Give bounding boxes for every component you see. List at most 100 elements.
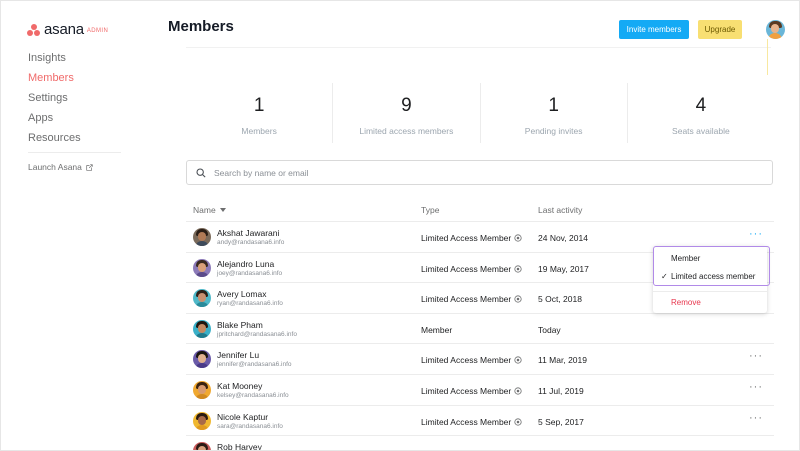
more-options-button[interactable]: ··· [744, 412, 768, 428]
launch-asana-label: Launch Asana [28, 162, 82, 172]
member-type-label: Limited Access Member [421, 355, 512, 366]
table-row[interactable]: Rob Harvey [186, 435, 774, 451]
member-name: Blake Pham [217, 319, 263, 330]
search-box[interactable] [186, 160, 773, 185]
member-type-label: Limited Access Member [421, 233, 512, 243]
last-activity: 19 May, 2017 [538, 263, 589, 274]
sidebar-divider [28, 152, 121, 153]
last-activity: 24 Nov, 2014 [538, 233, 588, 243]
role-option-limited-access[interactable]: Limited access member [671, 272, 755, 281]
last-activity: 11 Mar, 2019 [538, 355, 587, 366]
info-icon[interactable] [514, 387, 522, 395]
member-avatar [193, 289, 211, 308]
stats-summary: 1 Members 9 Limited access members 1 Pen… [186, 83, 774, 143]
sidebar-item-resources[interactable]: Resources [28, 131, 81, 151]
member-type: Limited Access Member [421, 294, 522, 304]
member-email: andy@randasana6.info [217, 239, 285, 246]
member-type: Limited Access Member [421, 264, 522, 274]
member-type: Limited Access Member [421, 386, 522, 396]
stat-value: 9 [401, 95, 412, 116]
upgrade-button[interactable]: Upgrade [698, 20, 742, 39]
member-name: Akshat Jawarani [217, 228, 280, 238]
member-type: Limited Access Member [421, 233, 522, 243]
more-options-button[interactable] [744, 320, 768, 336]
table-row[interactable]: Blake Pham jpritchard@randasana6.info Me… [186, 312, 774, 344]
member-avatar [193, 258, 211, 277]
dropdown-divider [653, 291, 767, 292]
last-activity: Today [538, 324, 561, 335]
table-row[interactable]: Jennifer Lu jennifer@randasana6.info Lim… [186, 343, 774, 374]
stat-value: 1 [548, 95, 559, 116]
info-icon[interactable] [514, 234, 522, 242]
member-avatar [193, 228, 211, 246]
member-name: Rob Harvey [217, 442, 262, 451]
member-email: kelsey@randasana6.info [217, 391, 289, 399]
check-icon: ✓ [661, 272, 668, 281]
info-icon[interactable] [514, 356, 522, 364]
last-activity: 5 Sep, 2017 [538, 416, 584, 427]
member-type-label: Limited Access Member [421, 294, 512, 305]
column-header-name-label: Name [193, 205, 216, 215]
stat-label: Limited access members [359, 126, 454, 136]
external-link-icon [86, 163, 93, 171]
column-header-activity: Last activity [538, 205, 583, 215]
member-name: Alejandro Luna [217, 258, 275, 269]
stat-value: 1 [253, 95, 265, 116]
sidebar-item-apps[interactable]: Apps [28, 111, 81, 131]
member-avatar [193, 411, 211, 430]
sort-caret-icon [219, 208, 226, 212]
invite-members-button[interactable]: Invite members [619, 20, 689, 39]
stat-label: Members [241, 126, 277, 136]
info-icon[interactable] [514, 295, 522, 303]
more-options-button[interactable]: ··· [744, 381, 768, 397]
member-email: sara@randasana6.info [217, 422, 283, 430]
admin-badge: ADMIN [86, 27, 109, 34]
stat-label: Pending invites [524, 126, 583, 136]
more-options-button[interactable]: ··· [744, 350, 768, 366]
sidebar-item-insights[interactable]: Insights [28, 51, 81, 71]
member-type-label: Limited Access Member [421, 263, 512, 274]
asana-logo-icon [27, 23, 40, 36]
role-option-member[interactable]: Member [671, 254, 700, 263]
stat-pending-invites: 1 Pending invites [481, 83, 628, 143]
member-type-label: Limited Access Member [421, 385, 512, 396]
launch-asana-link[interactable]: Launch Asana [28, 162, 93, 172]
member-email: jpritchard@randasana6.info [217, 330, 297, 338]
search-input[interactable] [214, 167, 734, 178]
stat-limited-access: 9 Limited access members [333, 83, 481, 143]
more-options-button[interactable] [744, 442, 768, 450]
search-icon [196, 167, 206, 178]
asana-logo[interactable]: asana ADMIN [27, 21, 108, 38]
last-activity: 5 Oct, 2018 [538, 294, 582, 305]
member-type-label: Member [421, 324, 453, 335]
sidebar-nav: Insights Members Settings Apps Resources [28, 51, 81, 151]
member-email: joey@randasana6.info [217, 269, 283, 277]
member-type-label: Limited Access Member [421, 416, 512, 427]
remove-member-option[interactable]: Remove [671, 298, 701, 307]
column-header-name[interactable]: Name [193, 205, 226, 215]
member-avatar [193, 442, 211, 450]
header-divider [186, 47, 771, 48]
member-name: Kat Mooney [217, 380, 263, 391]
more-options-button[interactable]: ··· [744, 228, 768, 244]
sidebar-item-settings[interactable]: Settings [28, 91, 81, 111]
stat-label: Seats available [672, 126, 730, 136]
member-name: Avery Lomax [217, 289, 267, 300]
sidebar-item-members[interactable]: Members [28, 71, 81, 91]
sidebar: asana ADMIN Insights Members Settings Ap… [1, 1, 151, 450]
column-header-type: Type [421, 205, 440, 215]
member-email: ryan@randasana6.info [217, 300, 283, 308]
member-role-dropdown: Member ✓ Limited access member Remove [653, 246, 770, 313]
member-type: Member [421, 325, 452, 335]
info-icon[interactable] [514, 417, 522, 426]
user-avatar[interactable] [766, 20, 785, 39]
info-icon[interactable] [514, 264, 522, 273]
table-row[interactable]: Nicole Kaptur sara@randasana6.info Limit… [186, 404, 774, 436]
last-activity: 11 Jul, 2019 [538, 385, 584, 396]
stat-seats-available: 4 Seats available [628, 83, 774, 143]
member-email: jennifer@randasana6.info [217, 361, 292, 369]
table-row[interactable]: Kat Mooney kelsey@randasana6.info Limite… [186, 373, 774, 405]
member-avatar [193, 350, 211, 369]
app-window: asana ADMIN Insights Members Settings Ap… [0, 0, 800, 451]
stat-members: 1 Members [186, 83, 334, 143]
